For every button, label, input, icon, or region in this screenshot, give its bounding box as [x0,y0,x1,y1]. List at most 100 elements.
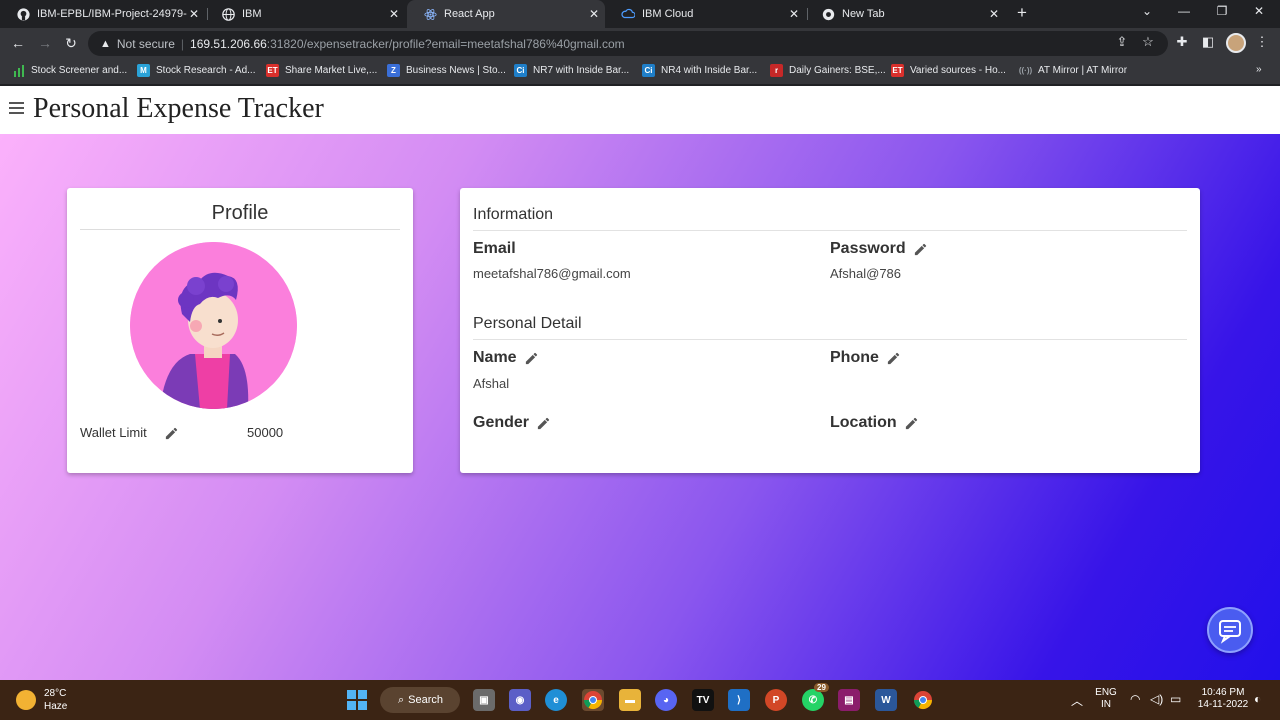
edit-location-icon[interactable] [904,416,919,431]
menu-icon[interactable]: ⋮ [1254,34,1270,50]
bookmark-item[interactable]: r Daily Gainers: BSE,... [770,64,886,77]
name-label: Name [473,349,539,367]
wallet-limit-value: 50000 [247,425,284,440]
close-icon[interactable]: ✕ [387,7,401,21]
notification-icon[interactable]: ◐ [1254,692,1261,706]
word-icon[interactable]: W [875,689,897,711]
tab-github[interactable]: IBM-EPBL/IBM-Project-24979-16 ✕ [0,0,205,28]
tab-title: IBM-EPBL/IBM-Project-24979-16 [37,8,187,20]
clock-date: 14-11-2022 [1197,699,1249,710]
task-view-icon[interactable]: ▣ [473,689,495,711]
chrome-taskbar-icon[interactable] [582,689,604,711]
personal-detail-heading: Personal Detail [473,315,1187,340]
search-label: Search [408,694,444,706]
edit-name-icon[interactable] [524,351,539,366]
tab-new-tab[interactable]: New Tab ✕ [805,0,1005,28]
tab-search-icon[interactable]: ⌄ [1138,4,1156,18]
taskbar-search[interactable]: ⌕ Search [380,687,460,713]
chat-icon [1219,620,1241,644]
edit-password-icon[interactable] [913,242,928,257]
maximize-icon[interactable]: ❐ [1213,4,1231,18]
r-icon: r [770,64,783,77]
close-icon[interactable]: ✕ [787,7,801,21]
whatsapp-icon[interactable]: ✆ 29 [802,683,829,711]
person-illustration-icon [130,242,297,409]
edit-phone-icon[interactable] [886,351,901,366]
weather-temperature[interactable]: 28°C [44,688,66,699]
close-icon[interactable]: ✕ [187,7,201,21]
cloud-icon [621,7,635,21]
vscode-icon[interactable]: ⟩ [728,689,750,711]
avatar[interactable] [1226,33,1246,53]
bookmark-item[interactable]: Z Business News | Sto... [387,64,506,77]
back-icon[interactable]: ← [9,34,27,52]
bookmark-item[interactable]: Ci NR4 with Inside Bar... [642,64,757,77]
bookmark-item[interactable]: ((·)) AT Mirror | AT Mirror [1019,64,1127,77]
chevron-up-icon[interactable]: ︿ [1071,692,1083,709]
email-label-text: Email [473,240,516,257]
security-label[interactable]: Not secure [117,37,175,51]
more-bookmarks-icon[interactable]: » [1256,64,1262,75]
password-label-text: Password [830,240,906,257]
teams-chat-icon[interactable]: ◉ [509,689,531,711]
taskbar: 28°C Haze ⌕ Search ▣ ◉ e ▬ ◕ TV ⟩ P ✆ 29… [0,680,1280,720]
bookmark-label: Share Market Live,... [285,65,378,76]
bookmark-item[interactable]: M Stock Research - Ad... [137,64,256,77]
phone-label-text: Phone [830,349,879,366]
edit-wallet-limit-button[interactable] [157,426,179,446]
tab-react-app[interactable]: React App ✕ [407,0,605,28]
share-icon[interactable]: ⇪ [1114,34,1130,50]
chat-button[interactable] [1207,607,1253,653]
url-host[interactable]: 169.51.206.66 [190,37,267,51]
bookmark-item[interactable]: ET Varied sources - Ho... [891,64,1006,77]
url-path[interactable]: :31820/expensetracker/profile?email=meet… [267,37,625,51]
close-icon[interactable]: ✕ [587,7,601,21]
winrar-icon[interactable]: ▤ [838,689,860,711]
chrome-icon [821,7,835,21]
chrome-2-icon[interactable] [912,689,934,711]
password-value: Afshal@786 [830,266,902,281]
discord-icon[interactable]: ◕ [655,689,677,711]
close-icon[interactable]: ✕ [987,7,1001,21]
clock[interactable]: 10:46 PM 14-11-2022 [1194,687,1252,711]
language-indicator[interactable]: ENG IN [1093,687,1119,711]
tab-ibm[interactable]: IBM ✕ [205,0,405,28]
browser-toolbar: ← → ↻ ▲ Not secure | 169.51.206.66:31820… [0,28,1280,59]
edge-icon[interactable]: e [545,689,567,711]
new-tab-button[interactable]: + [1013,3,1031,23]
battery-icon[interactable]: ▭ [1170,692,1181,706]
minimize-icon[interactable]: — [1175,4,1193,18]
bookmark-label: Daily Gainers: BSE,... [789,65,886,76]
forward-icon[interactable]: → [36,34,54,52]
powerpoint-icon[interactable]: P [765,689,787,711]
weather-description[interactable]: Haze [44,701,67,712]
side-panel-icon[interactable]: ◧ [1200,34,1216,50]
bookmark-item[interactable]: Ci NR7 with Inside Bar... [514,64,629,77]
tab-ibm-cloud[interactable]: IBM Cloud ✕ [605,0,805,28]
file-explorer-icon[interactable]: ▬ [619,689,641,711]
close-window-icon[interactable]: ✕ [1250,4,1268,18]
z-icon: Z [387,64,400,77]
volume-icon[interactable]: ◁) [1150,692,1163,706]
warning-icon[interactable]: ▲ [100,38,111,50]
edit-gender-icon[interactable] [536,416,551,431]
tradingview-icon[interactable]: TV [692,689,714,711]
password-label: Password [830,240,928,258]
hamburger-menu-icon[interactable] [9,102,24,114]
bookmark-label: Stock Screener and... [31,65,128,76]
tab-title: IBM [242,8,262,20]
profile-heading: Profile [80,202,400,230]
bookmark-star-icon[interactable]: ☆ [1140,34,1156,50]
bookmark-item[interactable]: ET Share Market Live,... [266,64,377,77]
windows-start-icon[interactable] [347,690,367,710]
reload-icon[interactable]: ↻ [62,34,80,52]
weather-icon[interactable] [16,690,36,710]
bookmark-item[interactable]: Stock Screener and... [12,64,127,77]
page-title: Personal Expense Tracker [33,93,324,124]
address-bar[interactable]: ▲ Not secure | 169.51.206.66:31820/expen… [88,31,1168,56]
wifi-icon[interactable]: ◠ [1130,692,1140,706]
tab-title: IBM Cloud [642,8,694,20]
search-icon: ⌕ [398,693,405,706]
wallet-limit-label: Wallet Limit [80,425,147,440]
extensions-icon[interactable]: ✚ [1174,34,1190,50]
